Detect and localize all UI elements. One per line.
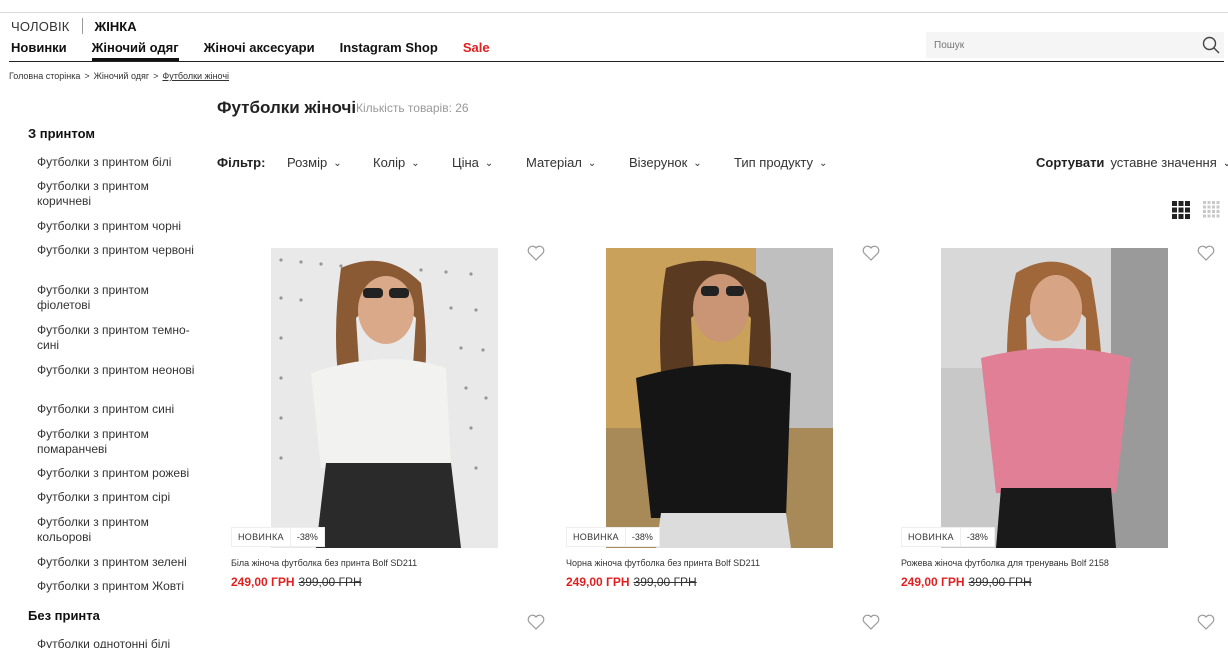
product-badges: НОВИНКА -38% <box>901 527 995 547</box>
top-divider <box>0 12 1228 13</box>
breadcrumb-current[interactable]: Футболки жіночі <box>162 71 229 81</box>
product-price: 249,00 ГРН 399,00 ГРН <box>901 575 1032 589</box>
badge-new: НОВИНКА <box>231 527 291 547</box>
filter-price[interactable]: Ціна ⌄ <box>452 155 493 170</box>
wishlist-heart-icon[interactable] <box>862 245 880 261</box>
chevron-down-icon: ⌄ <box>587 158 597 169</box>
sidebar-item[interactable]: Футболки однотонні білі <box>37 637 197 648</box>
sidebar-item[interactable]: Футболки з принтом зелені <box>37 555 197 570</box>
gender-divider <box>81 18 83 34</box>
filter-product-type-label: Тип продукту <box>734 155 814 170</box>
badge-discount: -38% <box>625 527 660 547</box>
wishlist-heart-icon[interactable] <box>1197 245 1215 261</box>
sidebar-item[interactable]: Футболки з принтом темно-сині <box>37 323 197 353</box>
sidebar-item[interactable]: Футболки з принтом червоні <box>37 243 197 258</box>
nav-sale[interactable]: Sale <box>463 39 490 59</box>
search-icon[interactable] <box>1201 35 1221 55</box>
sidebar-item[interactable]: Футболки з принтом сірі <box>37 490 197 505</box>
filter-price-label: Ціна <box>452 155 479 170</box>
product-shirt <box>311 359 451 468</box>
breadcrumb-separator: > <box>153 71 159 81</box>
nav-womens-accessories[interactable]: Жіночі аксесуари <box>204 39 315 59</box>
breadcrumb-separator: > <box>84 71 90 81</box>
search-input[interactable] <box>926 32 1196 58</box>
chevron-down-icon: ⌄ <box>1222 158 1228 169</box>
wishlist-heart-icon[interactable] <box>527 614 545 630</box>
old-price: 399,00 ГРН <box>298 575 362 589</box>
wishlist-heart-icon[interactable] <box>527 245 545 261</box>
product-name[interactable]: Чорна жіноча футболка без принта Bolf SD… <box>566 558 760 568</box>
filter-size[interactable]: Розмір ⌄ <box>287 155 342 170</box>
current-price: 249,00 ГРН <box>901 575 965 589</box>
sidebar-item[interactable]: Футболки з принтом коричневі <box>37 179 197 209</box>
sidebar-item[interactable]: Футболки з принтом помаранчеві <box>37 427 197 457</box>
product-count: Кількість товарів: 26 <box>356 101 469 115</box>
product-badges: НОВИНКА -38% <box>566 527 660 547</box>
grid-small-view-icon[interactable] <box>1202 200 1222 220</box>
sidebar-item[interactable]: Футболки з принтом кольорові <box>37 515 197 545</box>
breadcrumb-womens-clothing[interactable]: Жіночий одяг <box>94 71 150 81</box>
current-price: 249,00 ГРН <box>231 575 295 589</box>
grid-large-view-icon[interactable] <box>1171 200 1191 220</box>
filter-material[interactable]: Матеріал ⌄ <box>526 155 596 170</box>
product-badges: НОВИНКА -38% <box>231 527 325 547</box>
search-box <box>926 32 1224 58</box>
badge-discount: -38% <box>960 527 995 547</box>
chevron-down-icon: ⌄ <box>819 158 828 169</box>
breadcrumb: Головна сторінка > Жіночий одяг > Футболки ж… <box>9 71 229 81</box>
wishlist-heart-icon[interactable] <box>1197 614 1215 630</box>
product-price: 249,00 ГРН 399,00 ГРН <box>231 575 362 589</box>
product-name[interactable]: Біла жіноча футболка без принта Bolf SD2… <box>231 558 417 568</box>
wishlist-heart-icon[interactable] <box>862 614 880 630</box>
nav-new[interactable]: Новинки <box>11 39 67 59</box>
filter-color[interactable]: Колір ⌄ <box>373 155 420 170</box>
sidebar-item[interactable]: Футболки з принтом неонові <box>37 363 197 378</box>
chevron-down-icon: ⌄ <box>484 158 494 169</box>
product-image[interactable] <box>941 248 1168 548</box>
product-image[interactable] <box>606 248 833 548</box>
old-price: 399,00 ГРН <box>968 575 1032 589</box>
old-price: 399,00 ГРН <box>633 575 697 589</box>
sidebar-item[interactable]: Футболки з принтом Жовті <box>37 579 197 594</box>
sidebar-item[interactable]: Футболки з принтом фіолетові <box>37 283 197 313</box>
filter-size-label: Розмір <box>287 155 328 170</box>
filter-material-label: Матеріал <box>526 155 582 170</box>
filter-product-type[interactable]: Тип продукту ⌄ <box>734 155 827 170</box>
nav-instagram-shop[interactable]: Instagram Shop <box>340 39 438 59</box>
filter-label: Фільтр: <box>217 155 266 170</box>
chevron-down-icon: ⌄ <box>411 158 420 169</box>
page-title: Футболки жіночі <box>217 98 357 117</box>
filter-color-label: Колір <box>373 155 406 170</box>
gender-men-link[interactable]: ЧОЛОВІК <box>11 19 70 34</box>
product-shirt <box>981 348 1131 493</box>
breadcrumb-home[interactable]: Головна сторінка <box>9 71 80 81</box>
nav-divider <box>9 61 1224 62</box>
nav-womens-clothing[interactable]: Жіночий одяг <box>91 39 179 61</box>
current-price: 249,00 ГРН <box>566 575 630 589</box>
chevron-down-icon: ⌄ <box>693 158 702 169</box>
badge-discount: -38% <box>290 527 325 547</box>
main-nav: Новинки Жіночий одяг Жіночі аксесуари In… <box>11 39 515 61</box>
product-name[interactable]: Рожева жіноча футболка для тренувань Bol… <box>901 558 1109 568</box>
sidebar-item[interactable]: Футболки з принтом сині <box>37 402 197 417</box>
product-image[interactable] <box>271 248 498 548</box>
badge-new: НОВИНКА <box>566 527 626 547</box>
filter-pattern-label: Візерунок <box>629 155 688 170</box>
badge-new: НОВИНКА <box>901 527 961 547</box>
sidebar-item[interactable]: Футболки з принтом рожеві <box>37 466 197 481</box>
sort-label: Сортувати <box>1036 155 1105 170</box>
sidebar-item[interactable]: Футболки з принтом білі <box>37 155 197 170</box>
sidebar-item[interactable]: Футболки з принтом чорні <box>37 219 197 234</box>
sort-value: уставне значення <box>1110 155 1217 170</box>
product-price: 249,00 ГРН 399,00 ГРН <box>566 575 697 589</box>
filter-pattern[interactable]: Візерунок ⌄ <box>629 155 702 170</box>
gender-switch: ЧОЛОВІК ЖІНКА <box>11 18 137 34</box>
gender-women-link[interactable]: ЖІНКА <box>95 19 137 34</box>
sidebar-group-with-print[interactable]: З принтом <box>28 126 95 141</box>
sidebar-group-no-print[interactable]: Без принта <box>28 608 100 623</box>
chevron-down-icon: ⌄ <box>333 158 342 169</box>
sort-control[interactable]: Сортувати уставне значення ⌄ <box>1036 155 1228 170</box>
product-shirt <box>636 364 791 518</box>
